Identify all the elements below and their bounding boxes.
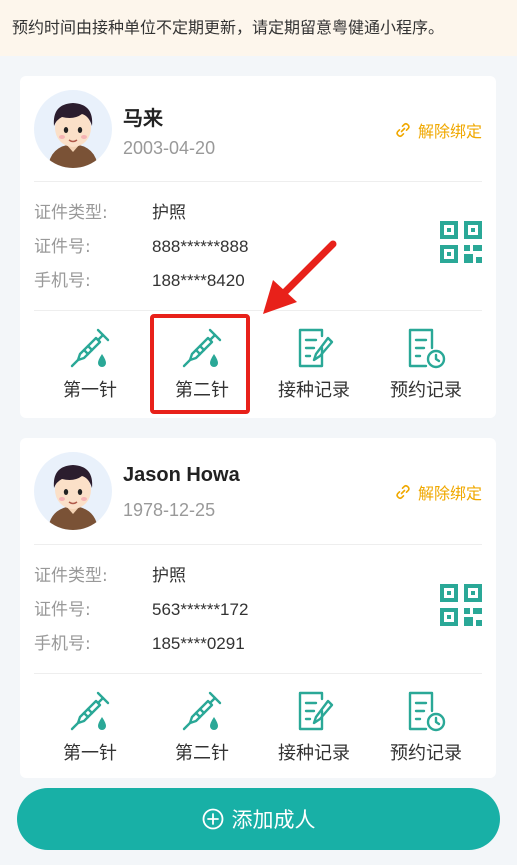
plus-circle-icon	[202, 808, 223, 830]
syringe-icon	[70, 691, 110, 731]
appointment-record-label: 预约记录	[390, 743, 462, 764]
phone-label: 手机号:	[34, 271, 91, 291]
person-dob: 1978-12-25	[123, 500, 216, 520]
first-dose-button[interactable]: 第一针	[34, 689, 146, 765]
first-dose-label: 第一针	[63, 743, 117, 764]
vaccination-record-label: 接种记录	[278, 380, 350, 401]
syringe-icon	[70, 328, 110, 368]
vaccination-record-button[interactable]: 接种记录	[258, 689, 370, 765]
id-no-label: 证件号:	[34, 600, 91, 620]
appointment-record-label: 预约记录	[390, 380, 462, 401]
unbind-button[interactable]: 解除绑定	[394, 480, 482, 504]
qr-code-icon[interactable]	[440, 221, 482, 263]
link-icon	[396, 122, 410, 138]
divider	[34, 673, 482, 674]
actions-row: 第一针 第二针 接种记录 预约记录	[34, 689, 482, 765]
id-no-value: 888******888	[152, 237, 249, 256]
divider	[34, 544, 482, 545]
add-adult-button[interactable]: 添加成人	[17, 788, 500, 850]
document-clock-icon	[408, 328, 446, 369]
phone-label: 手机号:	[34, 634, 91, 654]
document-edit-icon	[298, 691, 334, 731]
qr-code-icon[interactable]	[440, 584, 482, 626]
id-no-value: 563******172	[152, 600, 249, 619]
appointment-record-button[interactable]: 预约记录	[370, 326, 482, 402]
vaccination-record-label: 接种记录	[278, 743, 350, 764]
syringe-icon	[182, 691, 222, 731]
link-icon	[396, 484, 410, 500]
second-dose-label: 第二针	[175, 743, 229, 764]
notice-bar: 预约时间由接种单位不定期更新，请定期留意粤健通小程序。	[0, 0, 517, 56]
avatar	[34, 90, 112, 168]
info-block: 证件类型: 护照 证件号: 563******172 手机号: 185****0291	[34, 559, 248, 661]
person-card: Jason Howa 1978-12-25 解除绑定 证件类型: 护照 证件号: 5…	[20, 438, 496, 778]
first-dose-button[interactable]: 第一针	[34, 326, 146, 402]
id-type-value: 护照	[152, 203, 186, 222]
person-dob: 2003-04-20	[123, 138, 216, 158]
appointment-record-button[interactable]: 预约记录	[370, 689, 482, 765]
id-type-value: 护照	[152, 566, 186, 585]
add-adult-label: 添加成人	[231, 808, 316, 832]
id-type-label: 证件类型:	[34, 203, 108, 223]
phone-value: 188****8420	[152, 271, 245, 290]
unbind-label: 解除绑定	[417, 484, 482, 503]
id-no-label: 证件号:	[34, 237, 91, 257]
divider	[34, 181, 482, 182]
unbind-label: 解除绑定	[417, 122, 482, 141]
person-name: 马来	[123, 108, 163, 130]
person-name: Jason Howa	[123, 464, 240, 486]
avatar	[34, 452, 112, 530]
phone-value: 185****0291	[152, 634, 245, 653]
vaccination-record-button[interactable]: 接种记录	[258, 326, 370, 402]
second-dose-button[interactable]: 第二针	[146, 689, 258, 765]
info-block: 证件类型: 护照 证件号: 888******888 手机号: 188****8420	[34, 196, 248, 298]
highlight-box	[150, 314, 250, 414]
unbind-button[interactable]: 解除绑定	[394, 118, 482, 142]
document-edit-icon	[298, 328, 334, 368]
annotation-arrow	[263, 240, 337, 314]
id-type-label: 证件类型:	[34, 566, 108, 586]
document-clock-icon	[408, 691, 446, 732]
first-dose-label: 第一针	[63, 380, 117, 401]
actions-row: 第一针 第二针 接种记录 预约记录	[34, 326, 482, 402]
